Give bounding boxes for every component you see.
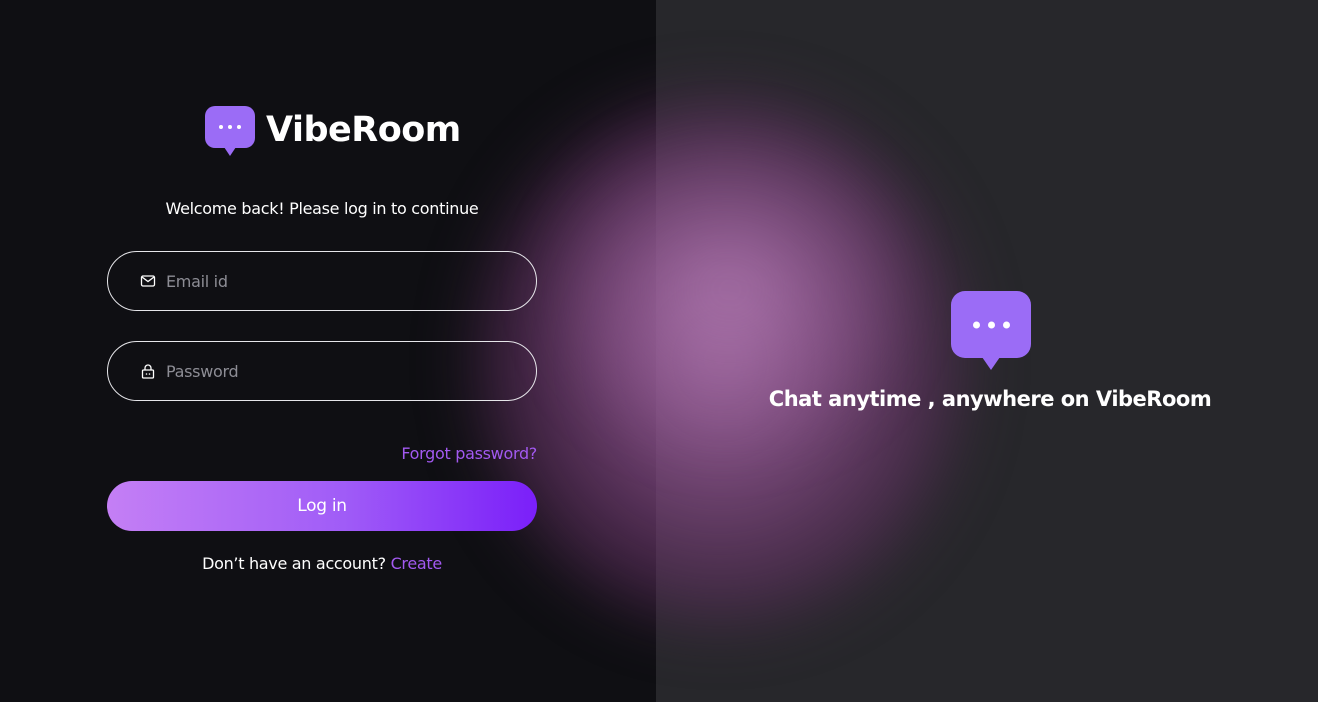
password-field[interactable] xyxy=(107,341,537,401)
signup-prompt: Don’t have an account? Create xyxy=(107,553,537,575)
lock-icon xyxy=(141,364,155,379)
forgot-password-link[interactable]: Forgot password? xyxy=(401,443,537,465)
chat-bubble-hero-icon xyxy=(951,291,1031,370)
hero-tagline: Chat anytime , anywhere on VibeRoom xyxy=(768,387,1212,411)
create-account-link[interactable]: Create xyxy=(391,554,443,573)
logo-text: VibeRoom xyxy=(266,110,461,150)
signup-prompt-text: Don’t have an account? xyxy=(202,554,391,573)
login-button[interactable]: Log in xyxy=(107,481,537,531)
chat-bubble-logo-icon xyxy=(205,106,255,156)
email-input[interactable] xyxy=(166,252,516,310)
login-page: VibeRoom Welcome back! Please log in to … xyxy=(0,0,1318,702)
mail-icon xyxy=(140,275,156,287)
welcome-text: Welcome back! Please log in to continue xyxy=(165,199,479,218)
email-field[interactable] xyxy=(107,251,537,311)
password-input[interactable] xyxy=(166,342,516,400)
